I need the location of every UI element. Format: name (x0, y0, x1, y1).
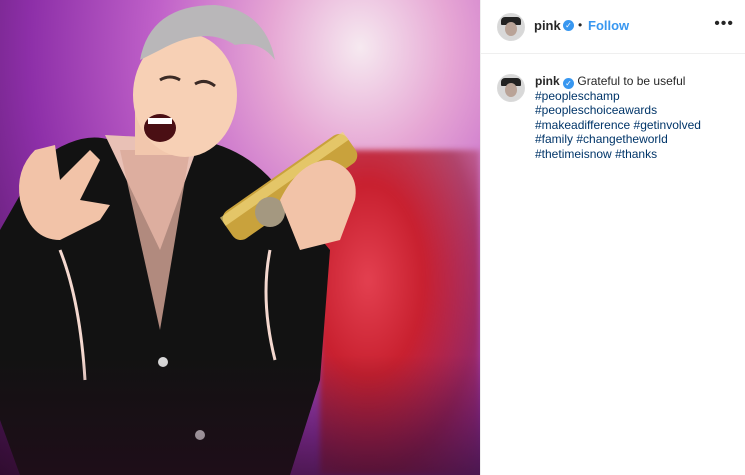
hashtag-thanks[interactable]: #thanks (615, 147, 657, 161)
post-header: pink ✓ • Follow ••• (481, 0, 745, 54)
avatar[interactable] (497, 13, 525, 41)
hashtag-thetimeisnow[interactable]: #thetimeisnow (535, 147, 612, 161)
hashtag-makeadifference[interactable]: #makeadifference (535, 118, 630, 132)
more-options-icon[interactable]: ••• (714, 15, 734, 33)
hashtag-peopleschoiceawards[interactable]: #peopleschoiceawards (535, 103, 735, 118)
username[interactable]: pink (534, 18, 561, 33)
verified-badge-icon: ✓ (563, 20, 574, 31)
hashtag-family[interactable]: #family (535, 132, 573, 146)
caption-verified-badge-icon: ✓ (563, 78, 575, 89)
hashtag-peopleschamp[interactable]: #peopleschamp (535, 89, 735, 104)
follow-button[interactable]: Follow (588, 18, 629, 33)
post-caption: pink ✓ Grateful to be useful #peoplescha… (535, 74, 735, 161)
post-photo[interactable] (0, 0, 480, 475)
post-sidebar: pink ✓ • Follow ••• pink ✓ Grateful to b… (480, 0, 745, 475)
photo-shadow (0, 355, 480, 475)
separator-dot: • (578, 18, 583, 32)
hashtag-changetheworld[interactable]: #changetheworld (576, 132, 667, 146)
caption-text: Grateful to be useful (577, 74, 686, 88)
caption-username[interactable]: pink (535, 74, 560, 88)
hashtag-getinvolved[interactable]: #getinvolved (634, 118, 701, 132)
caption-avatar[interactable] (497, 74, 525, 102)
